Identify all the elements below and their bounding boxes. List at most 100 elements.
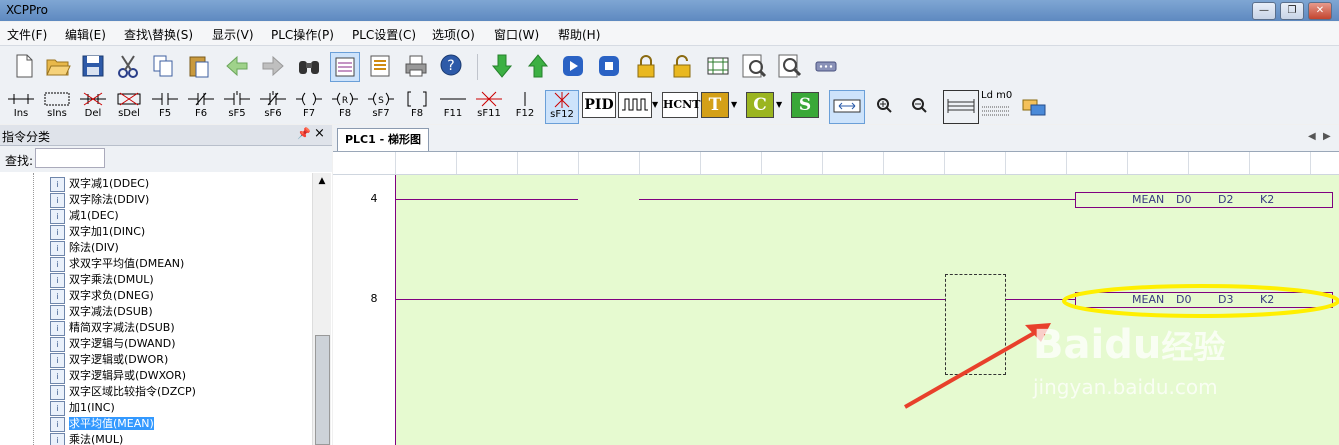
- instruction-file-icon: i: [50, 176, 65, 192]
- zoom-in-icon[interactable]: [869, 90, 901, 122]
- tab-scroll-left-icon[interactable]: ◀: [1308, 131, 1316, 142]
- instruction-tree-item[interactable]: i 双字区域比较指令(DZCP): [50, 383, 196, 400]
- parallel-nc-button[interactable]: sF6: [257, 90, 289, 122]
- instruction-list-icon[interactable]: [366, 52, 394, 80]
- timer-button[interactable]: T: [701, 92, 729, 118]
- delete-vertical-line-button[interactable]: sF12: [545, 90, 579, 124]
- instruction-tree-item[interactable]: i 双字乘法(DMUL): [50, 271, 154, 288]
- instruction-tree-item[interactable]: i 双字减法(DSUB): [50, 303, 153, 320]
- vertical-line-button[interactable]: F12: [509, 90, 541, 122]
- svg-text:S: S: [378, 96, 384, 106]
- instruction-tree-item[interactable]: i 双字除法(DDIV): [50, 191, 149, 208]
- function-block-button[interactable]: F8: [401, 90, 433, 122]
- ladder-view-icon[interactable]: [330, 52, 360, 82]
- back-arrow-icon[interactable]: [223, 52, 251, 80]
- zoom-out-icon[interactable]: [904, 90, 936, 122]
- menu-bar: 文件(F) 编辑(E) 查找\替换(S) 显示(V) PLC操作(P) PLC设…: [0, 22, 1339, 46]
- zoom-page-icon[interactable]: [740, 52, 768, 80]
- menu-file[interactable]: 文件(F): [7, 26, 47, 43]
- instruction-tree-item[interactable]: i 加1(INC): [50, 399, 115, 416]
- tab-plc1-ladder[interactable]: PLC1 - 梯形图: [337, 128, 429, 151]
- new-file-icon[interactable]: [10, 52, 38, 80]
- instruction-tree-item[interactable]: i 减1(DEC): [50, 207, 119, 224]
- pane-close-icon[interactable]: ×: [314, 126, 325, 141]
- delete-row-button[interactable]: Del: [77, 90, 109, 122]
- instruction-tree-item[interactable]: i 双字逻辑或(DWOR): [50, 351, 168, 368]
- menu-options[interactable]: 选项(O): [432, 26, 475, 43]
- print-icon[interactable]: [402, 52, 430, 80]
- insert-row-button[interactable]: Ins: [5, 90, 37, 122]
- state-button[interactable]: S: [791, 92, 819, 118]
- tree-scrollbar[interactable]: ▲: [312, 173, 331, 445]
- horizontal-line-button[interactable]: F11: [437, 90, 469, 122]
- pane-title: 指令分类: [2, 130, 51, 144]
- lock-icon[interactable]: [632, 52, 660, 80]
- hcnt-button[interactable]: HCNT: [662, 92, 700, 118]
- no-contact-button[interactable]: F5: [149, 90, 181, 122]
- counter-dropdown-icon[interactable]: ▼: [776, 100, 782, 109]
- timer-dropdown-icon[interactable]: ▼: [731, 100, 737, 109]
- shift-insert-button[interactable]: sIns: [41, 90, 73, 122]
- parallel-no-button[interactable]: sF5: [221, 90, 253, 122]
- instruction-tree-item[interactable]: i 双字求负(DNEG): [50, 287, 154, 304]
- ld-m0-button[interactable]: Ld m0: [981, 90, 1015, 122]
- stop-icon[interactable]: [595, 52, 623, 80]
- instruction-tree-item[interactable]: i 乘法(MUL): [50, 431, 123, 445]
- menu-edit[interactable]: 编辑(E): [65, 26, 106, 43]
- restore-button[interactable]: ❐: [1280, 2, 1304, 20]
- grid-view-button[interactable]: [943, 90, 979, 124]
- menu-find-replace[interactable]: 查找\替换(S): [124, 26, 193, 43]
- instruction-tree-item[interactable]: i 双字加1(DINC): [50, 223, 146, 240]
- help-icon[interactable]: ?: [438, 52, 466, 80]
- upload-icon[interactable]: [524, 52, 552, 80]
- instruction-tree-item[interactable]: i 双字逻辑与(DWAND): [50, 335, 176, 352]
- pulse-button[interactable]: [618, 92, 652, 118]
- column-width-button[interactable]: [829, 90, 865, 124]
- open-folder-icon[interactable]: [44, 52, 72, 80]
- pulse-dropdown-icon[interactable]: ▼: [652, 100, 658, 109]
- toolbar-separator: [477, 54, 478, 80]
- scroll-thumb[interactable]: [315, 335, 330, 445]
- search-input[interactable]: [35, 148, 105, 168]
- instruction-tree-item[interactable]: i 除法(DIV): [50, 239, 119, 256]
- menu-window[interactable]: 窗口(W): [494, 26, 539, 43]
- instruction-label: 双字逻辑异或(DWXOR): [69, 369, 187, 382]
- menu-plc-operation[interactable]: PLC操作(P): [271, 26, 334, 43]
- copy-icon[interactable]: [149, 52, 177, 80]
- download-icon[interactable]: [488, 52, 516, 80]
- instruction-tree-item[interactable]: i 求双字平均值(DMEAN): [50, 255, 184, 272]
- pid-button[interactable]: PID: [582, 92, 616, 118]
- paste-icon[interactable]: [185, 52, 213, 80]
- counter-button[interactable]: C: [746, 92, 774, 118]
- output-coil-button[interactable]: F7: [293, 90, 325, 122]
- find-binoculars-icon[interactable]: [295, 52, 323, 80]
- pin-icon[interactable]: 📌: [297, 127, 311, 140]
- forward-arrow-icon[interactable]: [259, 52, 287, 80]
- save-icon[interactable]: [79, 52, 107, 80]
- instruction-tree-item[interactable]: i 求平均值(MEAN): [50, 415, 154, 432]
- menu-view[interactable]: 显示(V): [212, 26, 254, 43]
- tab-scroll-right-icon[interactable]: ▶: [1323, 131, 1331, 142]
- instruction-tree-item[interactable]: i 精简双字减法(DSUB): [50, 319, 175, 336]
- close-window-button[interactable]: ✕: [1308, 2, 1332, 20]
- menu-plc-settings[interactable]: PLC设置(C): [352, 26, 416, 43]
- refresh-convert-icon[interactable]: [1018, 90, 1050, 122]
- run-icon[interactable]: [559, 52, 587, 80]
- comm-port-icon[interactable]: [812, 52, 840, 80]
- scroll-up-icon[interactable]: ▲: [313, 173, 331, 189]
- cut-icon[interactable]: [114, 52, 142, 80]
- instruction-tree-item[interactable]: i 双字减1(DDEC): [50, 175, 149, 192]
- unlock-icon[interactable]: [668, 52, 696, 80]
- zoom-doc-icon[interactable]: [776, 52, 804, 80]
- nc-contact-button[interactable]: F6: [185, 90, 217, 122]
- menu-help[interactable]: 帮助(H): [558, 26, 600, 43]
- reset-coil-button[interactable]: R F8: [329, 90, 361, 122]
- minimize-button[interactable]: —: [1252, 2, 1276, 20]
- instruction-label: 双字加1(DINC): [69, 225, 146, 238]
- ladder-diagram[interactable]: 4 MEAN D0 D2 K2 8 MEAN D0 D3 K2 Baidu经验: [333, 152, 1339, 445]
- monitor-icon[interactable]: [704, 52, 732, 80]
- shift-delete-button[interactable]: sDel: [113, 90, 145, 122]
- instruction-tree-item[interactable]: i 双字逻辑异或(DWXOR): [50, 367, 187, 384]
- delete-line-button[interactable]: sF11: [473, 90, 505, 122]
- set-coil-button[interactable]: SsF7: [365, 90, 397, 122]
